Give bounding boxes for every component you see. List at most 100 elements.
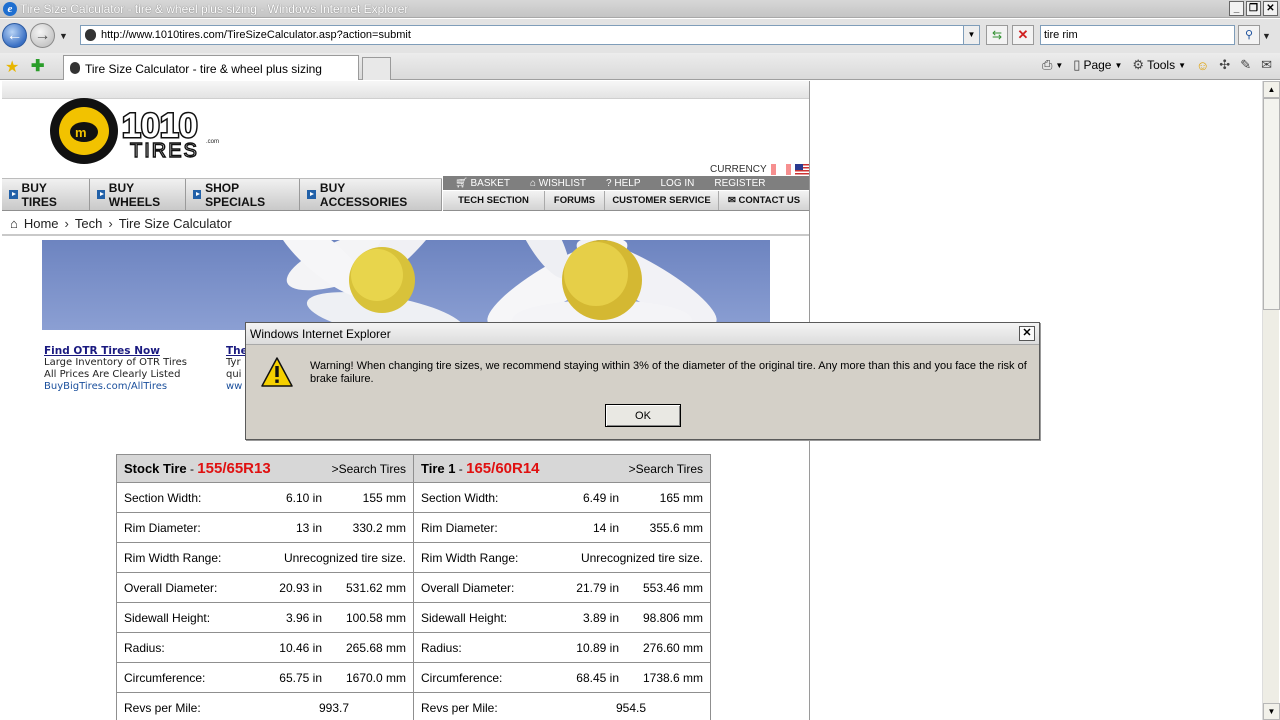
messenger-button[interactable]: ☺ bbox=[1196, 58, 1209, 73]
value-mm: 155 mm bbox=[362, 490, 406, 505]
research-button[interactable]: ✣ bbox=[1219, 57, 1230, 73]
search-box[interactable] bbox=[1040, 25, 1235, 45]
help-label: HELP bbox=[614, 177, 641, 189]
new-tab-button[interactable] bbox=[362, 57, 391, 80]
tab-tire-size-calculator[interactable]: Tire Size Calculator - tire & wheel plus… bbox=[63, 55, 359, 80]
print-button[interactable]: ⎙ ▼ bbox=[1042, 57, 1063, 73]
value-in: 20.93 in bbox=[279, 580, 322, 595]
tools-menu-label: Tools bbox=[1147, 58, 1176, 72]
forward-button[interactable]: → bbox=[30, 23, 55, 48]
page-icon: ▯ bbox=[1073, 57, 1081, 72]
login-link[interactable]: LOG IN bbox=[650, 178, 704, 189]
register-link[interactable]: REGISTER bbox=[704, 178, 775, 189]
table-row: Radius: 10.46 in 265.68 mm Radius: 10.89 in… bbox=[116, 632, 711, 663]
address-input[interactable] bbox=[101, 27, 961, 43]
home-icon: ⌂ bbox=[10, 215, 18, 231]
row-label: Radius: bbox=[421, 640, 462, 655]
scroll-down-arrow-icon[interactable]: ▼ bbox=[1263, 703, 1280, 720]
favorites-star-icon[interactable]: ★ bbox=[5, 57, 19, 77]
tab-label: Tire Size Calculator - tire & wheel plus… bbox=[85, 62, 322, 76]
address-bar[interactable]: ▼ bbox=[80, 25, 980, 45]
help-link[interactable]: ? HELP bbox=[596, 178, 650, 189]
search-input[interactable] bbox=[1044, 27, 1232, 43]
alert-dialog: Windows Internet Explorer ✕ Warning! Whe… bbox=[245, 322, 1040, 440]
address-dropdown-icon[interactable]: ▼ bbox=[963, 26, 979, 44]
wishlist-link[interactable]: ⌂ WISHLIST bbox=[520, 178, 596, 189]
row-label: Section Width: bbox=[124, 490, 202, 505]
nav-buy-tires[interactable]: BUY TIRES bbox=[2, 179, 90, 210]
stock-tire-title: Stock Tire bbox=[124, 461, 187, 476]
stock-search-tires-link[interactable]: >Search Tires bbox=[332, 462, 406, 476]
stop-button[interactable]: ✕ bbox=[1012, 25, 1034, 45]
basket-link[interactable]: 🛒︎ BASKET bbox=[443, 178, 520, 189]
ok-button[interactable]: OK bbox=[605, 404, 681, 427]
1010tires-logo[interactable]: m 1010 TIRES .com bbox=[46, 91, 236, 169]
nav-buy-wheels[interactable]: BUY WHEELS bbox=[90, 179, 186, 210]
breadcrumb: ⌂ Home › Tech › Tire Size Calculator bbox=[2, 212, 809, 236]
vertical-scrollbar[interactable]: ▲ ▼ bbox=[1262, 81, 1280, 720]
row-label: Rim Width Range: bbox=[421, 550, 519, 565]
table-row: Revs per Mile: 993.7 Revs per Mile: 954.5 bbox=[116, 692, 711, 720]
close-window-button[interactable]: ✕ bbox=[1263, 1, 1278, 16]
window-title: Tire Size Calculator - tire & wheel plus… bbox=[20, 2, 409, 16]
address-toolbar: ← → ▼ ▼ ⇆ ✕ ⚲ ▼ bbox=[0, 19, 1280, 53]
back-button[interactable]: ← bbox=[2, 23, 27, 48]
value-in: 10.89 in bbox=[576, 640, 619, 655]
scroll-up-arrow-icon[interactable]: ▲ bbox=[1263, 81, 1280, 98]
row-label: Rim Diameter: bbox=[124, 520, 201, 535]
add-favorites-icon[interactable]: ✚ bbox=[31, 56, 44, 76]
page-menu[interactable]: ▯ Page ▼ bbox=[1073, 57, 1122, 73]
nav-buy-accessories[interactable]: BUY ACCESSORIES bbox=[300, 179, 442, 210]
row-label: Rim Width Range: bbox=[124, 550, 222, 565]
tire1-search-tires-link[interactable]: >Search Tires bbox=[629, 462, 703, 476]
gear-icon: ⚙ bbox=[1132, 57, 1145, 72]
logo-com: .com bbox=[206, 139, 219, 145]
table-row: Circumference: 65.75 in 1670.0 mm Circumfe… bbox=[116, 662, 711, 693]
blog-button[interactable]: ✎ bbox=[1240, 57, 1251, 73]
breadcrumb-home[interactable]: Home bbox=[24, 216, 59, 231]
value-mm: 98.806 mm bbox=[642, 610, 703, 625]
tools-menu[interactable]: ⚙ Tools ▼ bbox=[1132, 57, 1186, 73]
ie-logo-icon: e bbox=[3, 2, 17, 16]
daisy-illustration bbox=[275, 240, 717, 330]
mail-button[interactable]: ✉ bbox=[1261, 57, 1272, 73]
nav-forums[interactable]: FORUMS bbox=[545, 191, 605, 210]
stock-cell: Rim Diameter: 13 in 330.2 mm bbox=[116, 512, 414, 543]
breadcrumb-tech[interactable]: Tech bbox=[75, 216, 102, 231]
stock-cell: Rim Width Range: Unrecognized tire size. bbox=[116, 542, 414, 573]
row-label: Radius: bbox=[124, 640, 165, 655]
nav-tech-section[interactable]: TECH SECTION bbox=[443, 191, 545, 210]
history-dropdown-icon[interactable]: ▼ bbox=[59, 31, 68, 41]
canada-flag-icon[interactable] bbox=[770, 164, 791, 175]
dialog-title-bar[interactable]: Windows Internet Explorer ✕ bbox=[246, 323, 1039, 345]
nav-shop-specials[interactable]: SHOP SPECIALS bbox=[186, 179, 300, 210]
tire1-title: Tire 1 bbox=[421, 461, 456, 476]
nav-customer-service[interactable]: CUSTOMER SERVICE bbox=[605, 191, 719, 210]
stock-cell: Circumference: 65.75 in 1670.0 mm bbox=[116, 662, 414, 693]
research-icon: ✣ bbox=[1219, 57, 1231, 72]
stock-tire-header: Stock Tire - 155/65R13 >Search Tires bbox=[116, 454, 414, 483]
tire1-cell: Section Width: 6.49 in 165 mm bbox=[413, 482, 711, 513]
value-in: 65.75 in bbox=[279, 670, 322, 685]
site-favicon-icon bbox=[85, 29, 96, 41]
refresh-button[interactable]: ⇆ bbox=[986, 25, 1008, 45]
blog-icon: ✎ bbox=[1240, 57, 1252, 72]
value-revs: 954.5 bbox=[615, 700, 647, 715]
tire1-cell: Circumference: 68.45 in 1738.6 mm bbox=[413, 662, 711, 693]
search-button[interactable]: ⚲ bbox=[1238, 25, 1260, 45]
scroll-thumb[interactable] bbox=[1263, 98, 1280, 310]
restore-button[interactable]: ❐ bbox=[1246, 1, 1261, 16]
currency-label: CURRENCY bbox=[710, 164, 767, 175]
breadcrumb-current: Tire Size Calculator bbox=[118, 215, 232, 231]
basket-label: BASKET bbox=[470, 177, 510, 189]
value-mm: 1738.6 mm bbox=[642, 670, 703, 685]
tire-comparison-table: Stock Tire - 155/65R13 >Search Tires Tir… bbox=[116, 454, 711, 720]
stock-cell: Revs per Mile: 993.7 bbox=[116, 692, 414, 720]
dialog-close-button[interactable]: ✕ bbox=[1019, 326, 1035, 341]
value-in: 14 in bbox=[592, 520, 619, 535]
search-options-icon[interactable]: ▼ bbox=[1262, 31, 1271, 41]
daisy-banner-image bbox=[42, 240, 770, 330]
usa-flag-icon[interactable] bbox=[794, 164, 809, 175]
minimize-button[interactable]: _ bbox=[1229, 1, 1244, 16]
nav-contact-us[interactable]: ✉ CONTACT US bbox=[719, 191, 809, 210]
